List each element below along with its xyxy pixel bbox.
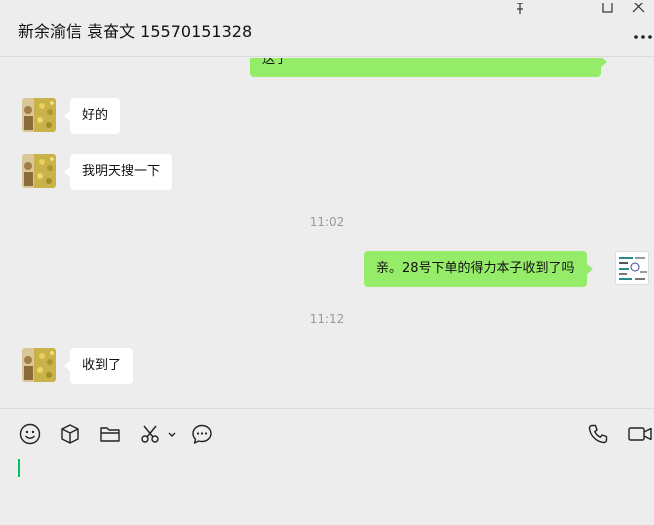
message-text: 我明天搜一下 bbox=[82, 164, 161, 179]
maximize-icon[interactable] bbox=[601, 0, 617, 13]
package-icon[interactable] bbox=[59, 423, 83, 445]
chevron-down-icon[interactable] bbox=[166, 423, 178, 445]
message-bubble-incoming[interactable]: 我明天搜一下 bbox=[63, 154, 173, 190]
text-cursor bbox=[18, 459, 20, 477]
message-list[interactable]: 送了 好的 我明天搜一下 11:02 亲。28号下单的得力本子收到了吗 11:1… bbox=[0, 58, 654, 408]
message-bubble-outgoing[interactable]: 送了 bbox=[250, 58, 607, 77]
message-timestamp: 11:02 bbox=[309, 215, 345, 229]
chat-history-icon[interactable] bbox=[191, 423, 215, 445]
contact-avatar[interactable] bbox=[22, 348, 56, 382]
chat-header: 新余渝信 袁奋文 15570151328 bbox=[0, 0, 654, 57]
message-text: 收到了 bbox=[82, 358, 122, 373]
message-timestamp: 11:12 bbox=[309, 312, 345, 326]
more-options-icon[interactable] bbox=[632, 28, 654, 42]
message-bubble-outgoing[interactable]: 亲。28号下单的得力本子收到了吗 bbox=[364, 251, 593, 287]
message-bubble-incoming[interactable]: 好的 bbox=[63, 98, 121, 134]
message-text: 亲。28号下单的得力本子收到了吗 bbox=[376, 261, 575, 276]
message-input[interactable] bbox=[0, 450, 654, 525]
close-icon[interactable] bbox=[630, 0, 646, 13]
pin-icon[interactable] bbox=[512, 0, 528, 14]
contact-avatar[interactable] bbox=[22, 98, 56, 132]
emoji-icon[interactable] bbox=[19, 423, 43, 445]
my-avatar[interactable] bbox=[615, 251, 649, 285]
folder-icon[interactable] bbox=[99, 423, 123, 445]
video-call-icon[interactable] bbox=[627, 423, 653, 445]
chat-title: 新余渝信 袁奋文 15570151328 bbox=[18, 22, 253, 41]
message-text: 好的 bbox=[82, 108, 109, 123]
scissors-icon[interactable] bbox=[139, 423, 163, 445]
message-bubble-incoming[interactable]: 收到了 bbox=[63, 348, 134, 384]
phone-icon[interactable] bbox=[587, 423, 611, 445]
message-text: 送了 bbox=[262, 58, 289, 67]
contact-avatar[interactable] bbox=[22, 154, 56, 188]
